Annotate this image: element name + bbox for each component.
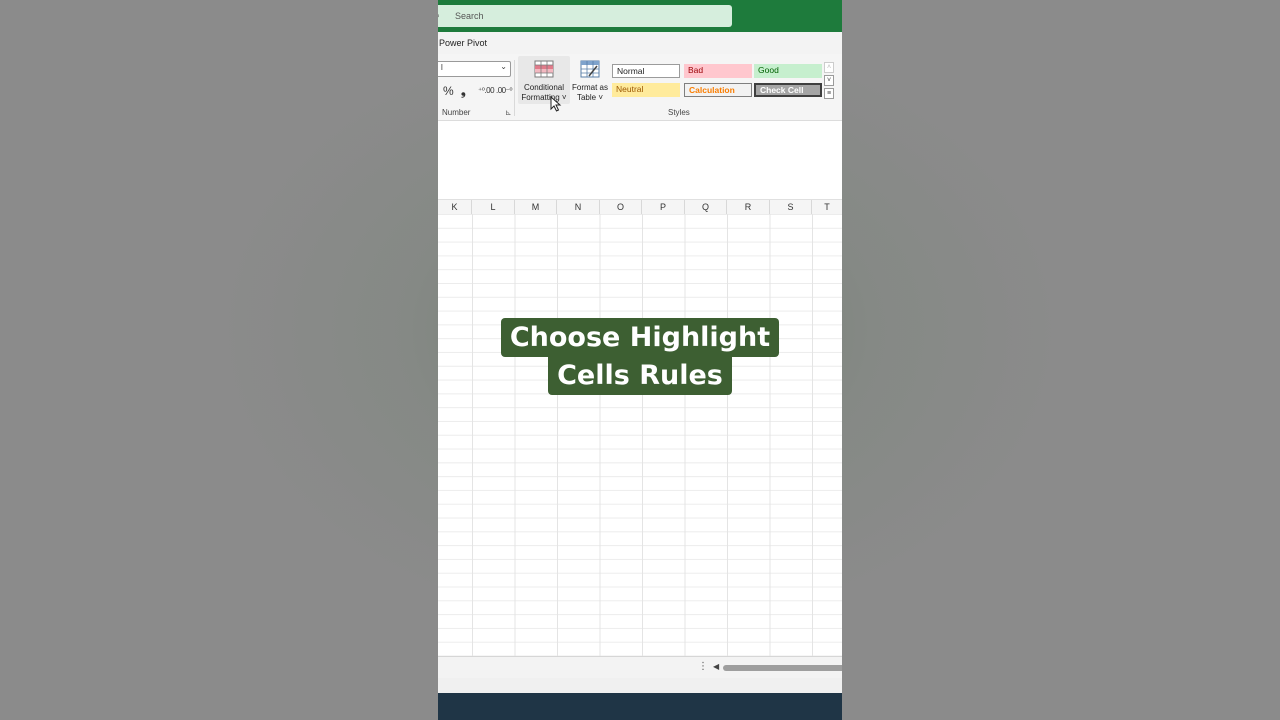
comma-style-button[interactable]: ❟ [461, 84, 466, 99]
status-bar [438, 678, 842, 693]
column-header[interactable]: M [515, 200, 557, 214]
style-bad[interactable]: Bad [684, 64, 752, 78]
ribbon: l ⌄ % ❟ ⁺⁰.00 .00⁻⁰ Number ⊾ Conditional… [438, 54, 842, 121]
cf-label-2: Formatting ˅ [521, 93, 567, 102]
sheet-top-area [438, 121, 842, 199]
column-header[interactable]: N [557, 200, 600, 214]
conditional-formatting-icon [534, 60, 554, 78]
column-header[interactable]: K [438, 200, 472, 214]
column-header[interactable]: P [642, 200, 685, 214]
styles-group-label: Styles [668, 108, 690, 117]
style-check-cell[interactable]: Check Cell [754, 83, 822, 97]
format-as-table-button[interactable]: Format as Table ˅ [570, 56, 610, 104]
percent-style-button[interactable]: % [443, 84, 454, 98]
search-placeholder: Search [455, 11, 484, 21]
column-header[interactable]: L [472, 200, 515, 214]
taskbar [438, 693, 842, 720]
caption-line-1: Choose Highlight [500, 318, 780, 357]
search-icon: ⌕ [438, 10, 452, 23]
number-format-value: l [441, 63, 443, 72]
fat-label-1: Format as [571, 83, 608, 92]
fat-label-2: Table ˅ [576, 93, 604, 102]
number-format-dropdown[interactable]: l ⌄ [438, 61, 511, 77]
chevron-down-icon: ⌄ [500, 62, 507, 71]
ribbon-tab-row: Power Pivot [438, 32, 842, 54]
style-normal[interactable]: Normal [612, 64, 680, 78]
title-bar: ⌕ Search [438, 0, 842, 32]
column-header[interactable]: R [727, 200, 770, 214]
number-group-label: Number [442, 108, 471, 117]
more-options-icon[interactable]: ⋮ [698, 661, 708, 672]
horizontal-scrollbar[interactable] [723, 665, 842, 671]
column-header[interactable]: S [770, 200, 812, 214]
column-header[interactable]: O [600, 200, 642, 214]
scroll-left-icon[interactable]: ◀ [713, 662, 719, 671]
dialog-launcher-icon[interactable]: ⊾ [505, 108, 512, 117]
column-header[interactable]: Q [685, 200, 727, 214]
mouse-cursor-icon [550, 96, 562, 112]
style-good[interactable]: Good [754, 64, 822, 78]
search-box[interactable]: ⌕ Search [438, 5, 732, 27]
gallery-scroll-down-icon[interactable]: ˅ [824, 75, 834, 86]
gallery-scroll-up-icon[interactable]: ˄ [824, 62, 834, 73]
group-separator [514, 60, 515, 116]
gallery-more-icon[interactable]: ≡ [824, 88, 834, 99]
decrease-decimal-button[interactable]: .00⁻⁰ [496, 86, 513, 95]
column-header[interactable]: T [812, 200, 842, 214]
format-as-table-icon [580, 60, 600, 78]
sheet-tab-bar: ⋮ ◀ [438, 656, 842, 679]
cell-grid[interactable] [438, 214, 842, 656]
style-neutral[interactable]: Neutral [612, 83, 680, 97]
tab-power-pivot[interactable]: Power Pivot [439, 38, 487, 48]
column-header-row: K L M N O P Q R S T [438, 199, 842, 215]
style-calculation[interactable]: Calculation [684, 83, 752, 97]
caption-line-2: Cells Rules [548, 356, 732, 395]
cf-label-1: Conditional [523, 83, 565, 92]
video-caption: Choose Highlight Cells Rules [0, 318, 1280, 395]
conditional-formatting-button[interactable]: Conditional Formatting ˅ [518, 56, 570, 104]
increase-decimal-button[interactable]: ⁺⁰.00 [478, 86, 495, 95]
